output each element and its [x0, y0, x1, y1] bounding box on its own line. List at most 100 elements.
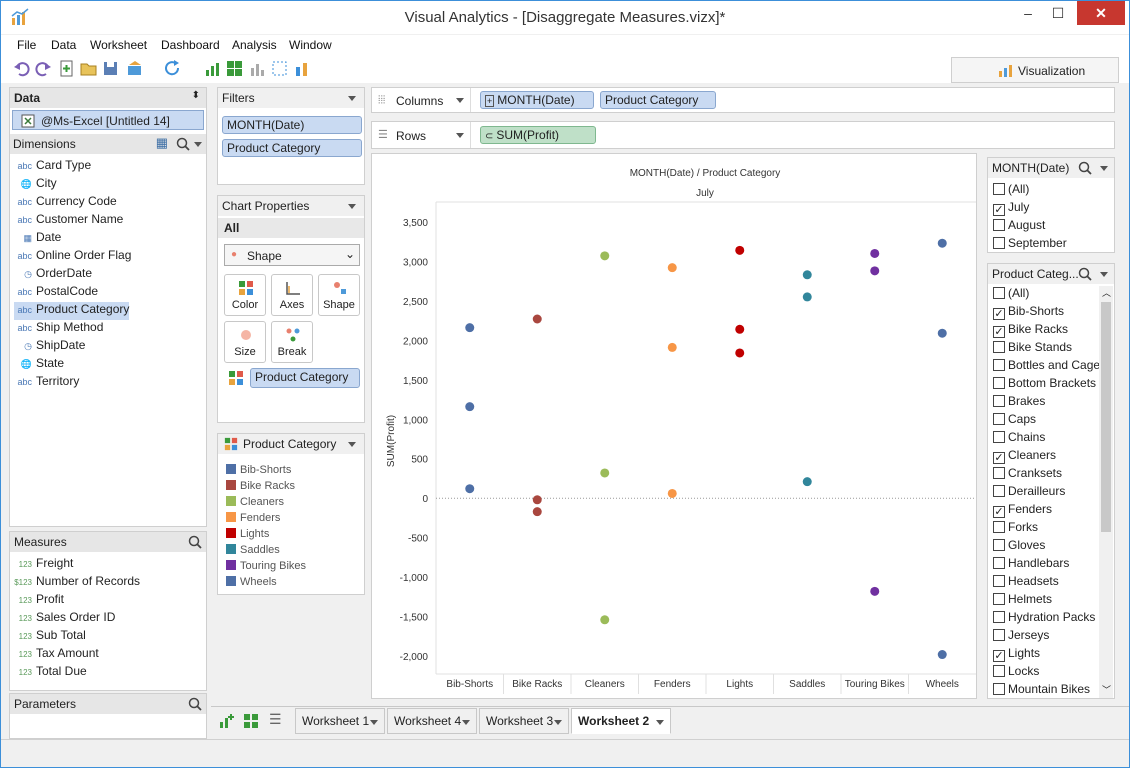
swap-icon[interactable]	[293, 60, 310, 77]
redo-icon[interactable]	[35, 60, 52, 77]
measure-tax-amount[interactable]: 123 Tax Amount	[14, 646, 99, 664]
dimension-order-date[interactable]: ◷ OrderDate	[14, 266, 92, 284]
filter-option[interactable]: Bike Stands	[993, 340, 1072, 358]
filter-pill-product-category[interactable]: Product Category	[222, 139, 362, 157]
filter-option[interactable]: (All)	[993, 182, 1029, 200]
new-dashboard-tab-icon[interactable]	[243, 713, 259, 729]
checkbox[interactable]	[993, 593, 1005, 605]
filter-option[interactable]: Jerseys	[993, 628, 1049, 646]
menu-file[interactable]: File	[17, 38, 36, 52]
measures-search-icon[interactable]	[188, 535, 202, 549]
legend-item[interactable]: Lights	[226, 528, 269, 540]
data-point[interactable]	[600, 251, 610, 261]
mark-type-select[interactable]: ● Shape ⌄	[224, 244, 360, 266]
data-point[interactable]	[802, 292, 812, 302]
data-point[interactable]	[735, 324, 745, 334]
data-point[interactable]	[937, 650, 947, 660]
checkbox[interactable]: ✓	[993, 308, 1005, 320]
sheet-tab-caret[interactable]	[370, 720, 378, 725]
legend-item[interactable]: Bib-Shorts	[226, 464, 291, 476]
data-point[interactable]	[600, 615, 610, 625]
data-point[interactable]	[735, 348, 745, 358]
refresh-icon[interactable]	[164, 60, 181, 77]
save-icon[interactable]	[102, 60, 119, 77]
checkbox[interactable]	[993, 467, 1005, 479]
checkbox[interactable]	[993, 341, 1005, 353]
columns-shelf-caret[interactable]	[456, 98, 464, 103]
data-point[interactable]	[465, 402, 475, 412]
filter-option[interactable]: Forks	[993, 520, 1038, 538]
checkbox[interactable]	[993, 219, 1005, 231]
dimension-customer-name[interactable]: abc Customer Name	[14, 212, 123, 230]
checkbox[interactable]: ✓	[993, 452, 1005, 464]
marks-all-tab[interactable]: All	[218, 218, 364, 238]
undo-icon[interactable]	[13, 60, 30, 77]
measure-sales-order-id[interactable]: 123 Sales Order ID	[14, 610, 116, 628]
open-folder-icon[interactable]	[80, 60, 97, 77]
checkbox[interactable]	[993, 237, 1005, 249]
filter-option[interactable]: Chains	[993, 430, 1045, 448]
dimension-product-category[interactable]: abc Product Category	[14, 302, 130, 320]
size-button[interactable]: Size	[224, 321, 266, 363]
filter-option[interactable]: September	[993, 236, 1067, 254]
maximize-button[interactable]: ☐	[1045, 1, 1071, 25]
checkbox[interactable]	[993, 683, 1005, 695]
dimensions-dropdown-caret[interactable]	[194, 142, 202, 147]
checkbox[interactable]	[993, 665, 1005, 677]
filter-option[interactable]: Handlebars	[993, 556, 1069, 574]
data-point[interactable]	[870, 248, 880, 258]
filter-option[interactable]: Gloves	[993, 538, 1045, 556]
new-worksheet-tab-icon[interactable]	[219, 713, 235, 729]
data-point[interactable]	[870, 586, 880, 596]
sheet-tab-worksheet-1[interactable]: Worksheet 1	[295, 708, 385, 734]
measure-freight[interactable]: 123 Freight	[14, 556, 74, 574]
filter-option[interactable]: ✓ Cleaners	[993, 448, 1056, 466]
checkbox[interactable]	[993, 359, 1005, 371]
sheet-list-icon[interactable]: ☰	[269, 711, 282, 728]
checkbox[interactable]	[993, 377, 1005, 389]
filter-option[interactable]: Bottom Brackets	[993, 376, 1096, 394]
menu-analysis[interactable]: Analysis	[232, 38, 277, 52]
filter-option[interactable]: ✓ Bib-Shorts	[993, 304, 1064, 322]
new-dashboard-icon[interactable]	[226, 60, 243, 77]
sheet-tab-worksheet-2[interactable]: Worksheet 2	[571, 708, 671, 734]
dimension-ship-date[interactable]: ◷ ShipDate	[14, 338, 85, 356]
sheet-tab-worksheet-4[interactable]: Worksheet 4	[387, 708, 477, 734]
parameters-search-icon[interactable]	[188, 697, 202, 711]
dimension-ship-method[interactable]: abc Ship Method	[14, 320, 103, 338]
sheet-tab-caret[interactable]	[554, 720, 562, 725]
filter-option[interactable]: Headsets	[993, 574, 1059, 592]
filter-option[interactable]: ✓ Bike Racks	[993, 322, 1068, 340]
filter-option[interactable]: ✓ July	[993, 200, 1029, 218]
data-point[interactable]	[870, 266, 880, 276]
checkbox[interactable]	[993, 611, 1005, 623]
data-panel-sort-icon[interactable]: ⬍	[192, 90, 200, 101]
filters-menu-caret[interactable]	[348, 96, 356, 101]
data-point[interactable]	[600, 468, 610, 478]
checkbox[interactable]: ✓	[993, 204, 1005, 216]
data-point[interactable]	[532, 495, 542, 505]
checkbox[interactable]: ✓	[993, 326, 1005, 338]
dimension-online-order-flag[interactable]: abc Online Order Flag	[14, 248, 131, 266]
data-point[interactable]	[465, 484, 475, 494]
dimension-state[interactable]: 🌐 State	[14, 356, 64, 374]
legend-menu-caret[interactable]	[348, 442, 356, 447]
data-point[interactable]	[937, 328, 947, 338]
bar-chart-icon[interactable]	[249, 60, 266, 77]
color-field-pill[interactable]: Product Category	[250, 368, 360, 388]
axes-button[interactable]: Axes	[271, 274, 313, 316]
checkbox[interactable]: ✓	[993, 650, 1005, 662]
dimension-date[interactable]: ▦ Date	[14, 230, 61, 248]
minimize-button[interactable]: –	[1015, 1, 1041, 25]
menu-dashboard[interactable]: Dashboard	[161, 38, 220, 52]
filter-option[interactable]: Hydration Packs	[993, 610, 1095, 628]
data-point[interactable]	[735, 245, 745, 255]
dimension-card-type[interactable]: abc Card Type	[14, 158, 91, 176]
checkbox[interactable]	[993, 395, 1005, 407]
legend-item[interactable]: Wheels	[226, 576, 277, 588]
data-point[interactable]	[532, 507, 542, 517]
checkbox[interactable]: ✓	[993, 506, 1005, 518]
color-button[interactable]: Color	[224, 274, 266, 316]
filter-option[interactable]: Caps	[993, 412, 1036, 430]
filter-option[interactable]: Cranksets	[993, 466, 1062, 484]
